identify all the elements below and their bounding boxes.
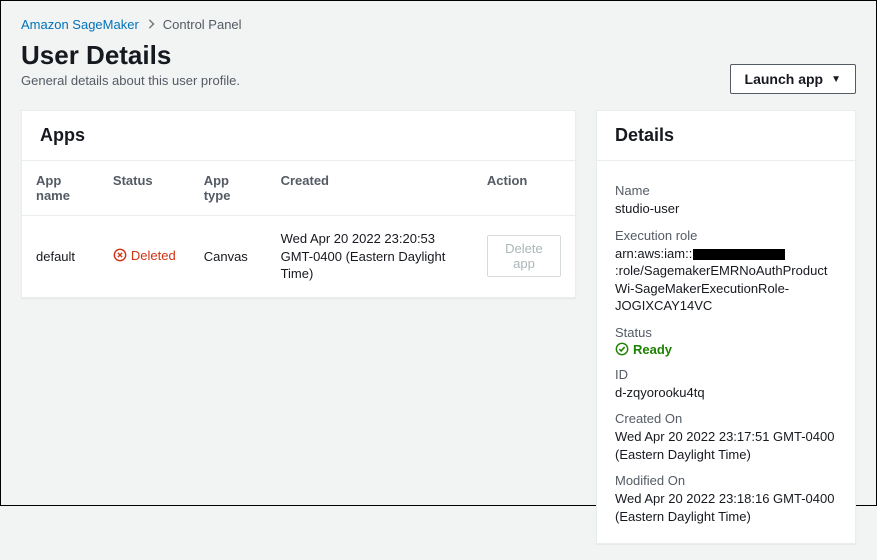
cell-app-type: Canvas — [190, 216, 267, 297]
apps-table: App name Status App type Created Action … — [22, 161, 575, 297]
col-app-type: App type — [190, 161, 267, 216]
detail-modified-label: Modified On — [615, 473, 837, 488]
breadcrumb: Amazon SageMaker Control Panel — [21, 17, 856, 32]
caret-down-icon: ▼ — [831, 74, 841, 85]
detail-role-label: Execution role — [615, 228, 837, 243]
details-panel: Details Name studio-user Execution role … — [596, 110, 856, 544]
page-subtitle: General details about this user profile. — [21, 73, 240, 88]
detail-name-label: Name — [615, 183, 837, 198]
error-circle-icon — [113, 248, 127, 262]
detail-modified-value: Wed Apr 20 2022 23:18:16 GMT-0400 (Easte… — [615, 490, 837, 525]
col-app-name: App name — [22, 161, 99, 216]
table-row: default Deleted Canvas Wed Apr 2 — [22, 216, 575, 297]
apps-panel-title: Apps — [22, 111, 575, 161]
breadcrumb-root-link[interactable]: Amazon SageMaker — [21, 17, 139, 32]
status-badge-deleted: Deleted — [113, 248, 176, 263]
col-action: Action — [473, 161, 575, 216]
cell-app-name: default — [22, 216, 99, 297]
chevron-right-icon — [147, 17, 155, 32]
status-deleted-text: Deleted — [131, 248, 176, 263]
redacted-account-id — [693, 249, 785, 260]
launch-app-button[interactable]: Launch app ▼ — [730, 64, 856, 94]
detail-role-value: arn:aws:iam:::role/SagemakerEMRNoAuthPro… — [615, 245, 837, 315]
status-ready-text: Ready — [633, 342, 672, 357]
launch-app-label: Launch app — [745, 71, 824, 87]
check-circle-icon — [615, 342, 629, 356]
detail-status-label: Status — [615, 325, 837, 340]
status-badge-ready: Ready — [615, 342, 837, 357]
detail-created-label: Created On — [615, 411, 837, 426]
cell-created: Wed Apr 20 2022 23:20:53 GMT-0400 (Easte… — [267, 216, 473, 297]
detail-id-label: ID — [615, 367, 837, 382]
role-arn-suffix: :role/SagemakerEMRNoAuthProductWi-SageMa… — [615, 263, 827, 313]
col-created: Created — [267, 161, 473, 216]
page-title: User Details — [21, 40, 240, 71]
details-panel-title: Details — [597, 111, 855, 161]
role-arn-prefix: arn:aws:iam:: — [615, 246, 692, 261]
detail-id-value: d-zqyorooku4tq — [615, 384, 837, 402]
apps-panel: Apps App name Status App type Created Ac… — [21, 110, 576, 298]
delete-app-button: Delete app — [487, 235, 561, 277]
col-status: Status — [99, 161, 190, 216]
breadcrumb-current: Control Panel — [163, 17, 242, 32]
detail-created-value: Wed Apr 20 2022 23:17:51 GMT-0400 (Easte… — [615, 428, 837, 463]
detail-name-value: studio-user — [615, 200, 837, 218]
